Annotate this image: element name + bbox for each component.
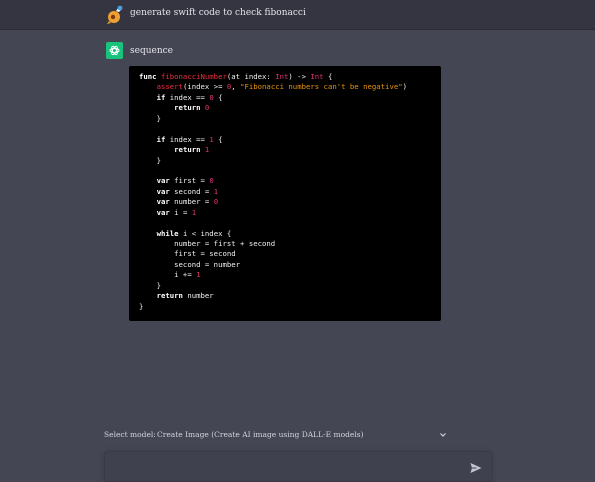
code-line: } [139,281,441,291]
code-token: { [213,92,223,102]
code-token: (index >= [182,82,227,92]
code-token: ) -> [288,72,311,81]
code-token: 1 [191,207,197,217]
code-token: 0 [213,197,219,207]
code-token: } [139,113,161,123]
code-token: i = [169,207,192,217]
code-token: fibonacciNumber [160,72,227,81]
code-token: first = second [139,249,236,259]
assistant-message-title: sequence [130,46,173,56]
code-token: 1 [196,270,201,280]
code-token: number [182,291,214,301]
code-token: return [174,145,205,155]
code-token: second = number [139,259,241,269]
model-select-value: Create Image (Create AI image using DALL… [157,430,364,439]
code-token: index == [165,134,210,144]
code-line: return number [139,291,441,301]
code-token: { [323,72,333,81]
user-message-row: generate swift code to check fibonacci [0,0,595,30]
code-line: } [139,114,441,124]
code-token: { [213,134,223,144]
code-line: return 1 [139,145,441,155]
code-token: 0 [209,176,214,186]
code-token: second = [169,186,214,196]
user-message-text: generate swift code to check fibonacci [130,8,306,18]
code-line: } [139,156,441,166]
code-token: 0 [204,103,210,113]
code-token: var [156,176,170,186]
code-token: var [156,186,170,196]
code-token: ) [402,82,408,92]
code-line: assert(index >= 0, "Fibonacci numbers ca… [139,82,441,92]
send-icon[interactable] [469,460,483,474]
model-select-label: Select model: [104,430,156,439]
code-token: } [139,301,144,311]
code-token: first = [169,176,210,186]
code-token: } [139,155,161,165]
code-token: } [139,280,161,290]
code-line: if index == 0 { [139,93,441,103]
code-line: var second = 1 [139,187,441,197]
code-token: while [156,228,179,238]
code-token: i < index { [178,228,232,238]
code-token: var [156,197,170,207]
code-line: if index == 1 { [139,135,441,145]
code-token: Int [275,72,289,81]
code-line: return 0 [139,103,441,113]
code-line: second = number [139,260,441,270]
code-token: 1 [213,186,219,196]
openai-logo-icon [106,42,123,59]
code-token: assert [156,82,183,92]
code-token: index == [165,92,210,102]
code-token: var [156,207,170,217]
chevron-down-icon [439,431,447,439]
code-token: 1 [204,145,210,155]
code-line: var first = 0 [139,176,441,186]
code-token: i += [139,270,197,280]
model-select-row: Select model: Create Image (Create AI im… [104,430,446,442]
code-line: while i < index { [139,229,441,239]
code-token: return [156,291,183,301]
code-token: Int [310,72,324,81]
code-token: , [231,82,241,92]
code-token: (at index: [226,72,276,81]
code-block: func fibonacciNumber(at index: Int) -> I… [129,66,441,321]
prompt-box [104,451,492,482]
code-token: func [139,72,161,81]
prompt-input[interactable] [115,460,455,476]
code-line: } [139,302,441,312]
code-line: number = first + second [139,239,441,249]
code-token: number = [169,197,214,207]
model-select-dropdown[interactable]: Create Image (Create AI image using DALL… [157,430,447,442]
code-token: number = first + second [139,239,276,248]
user-avatar-icon [104,4,126,26]
code-token: return [174,103,205,113]
code-line: var number = 0 [139,197,441,207]
code-line: i += 1 [139,270,441,280]
code-line: first = second [139,249,441,259]
code-token: "Fibonacci numbers can't be negative" [240,82,403,92]
code-line: func fibonacciNumber(at index: Int) -> I… [139,72,441,82]
chat-page: generate swift code to check fibonacci s… [0,0,595,482]
code-line: var i = 1 [139,208,441,218]
